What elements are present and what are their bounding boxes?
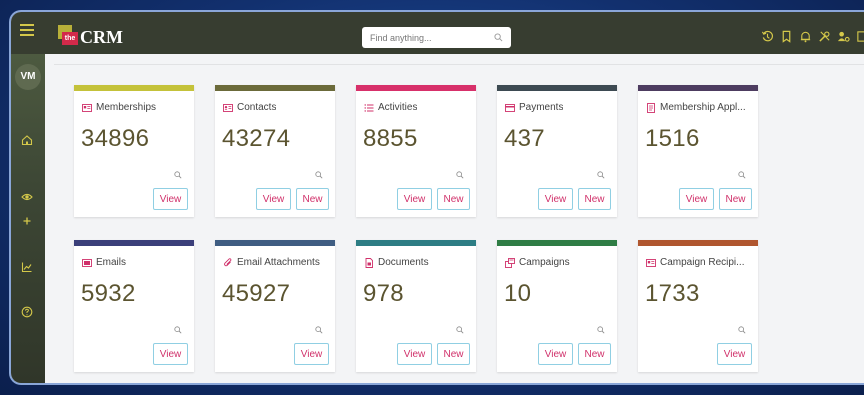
paperclip-icon: [224, 257, 232, 266]
search-input[interactable]: Find anything...: [362, 27, 511, 48]
record-count: 10: [504, 280, 532, 307]
email-icon: [82, 258, 92, 267]
card-title: Membership Appl...: [660, 102, 746, 113]
view-button[interactable]: View: [153, 343, 188, 365]
app-window: the CRM Find anything... VM Memberships: [9, 10, 864, 385]
card-campaign-recipients: Campaign Recipi... 1733 View: [638, 240, 758, 372]
view-button[interactable]: View: [397, 343, 432, 365]
search-icon[interactable]: [315, 326, 323, 334]
id-card-icon: [82, 103, 92, 112]
card-activities: Activities 8855 View New: [356, 85, 476, 217]
new-button[interactable]: New: [578, 343, 611, 365]
record-count: 45927: [222, 280, 291, 307]
view-button[interactable]: View: [153, 188, 188, 210]
search-icon[interactable]: [738, 171, 746, 179]
search-icon[interactable]: [456, 326, 464, 334]
card-title: Activities: [378, 102, 418, 113]
record-count: 1516: [645, 125, 700, 152]
card-title: Memberships: [96, 102, 157, 113]
campaign-icon: [505, 257, 515, 268]
add-icon[interactable]: [21, 215, 33, 227]
tools-icon[interactable]: [818, 30, 831, 43]
record-count: 1733: [645, 280, 700, 307]
logo-mark: the: [58, 25, 78, 47]
card-title: Email Attachments: [237, 257, 320, 268]
card-title: Campaign Recipi...: [660, 257, 745, 268]
search-icon[interactable]: [597, 326, 605, 334]
record-count: 5932: [81, 280, 136, 307]
record-count: 43274: [222, 125, 291, 152]
help-icon[interactable]: [21, 306, 33, 318]
card-email-attachments: Email Attachments 45927 View: [215, 240, 335, 372]
eye-icon[interactable]: [21, 191, 33, 203]
view-button[interactable]: View: [256, 188, 291, 210]
card-memberships: Memberships 34896 View: [74, 85, 194, 217]
new-button[interactable]: New: [578, 188, 611, 210]
app-logo[interactable]: the CRM: [58, 25, 123, 47]
avatar[interactable]: VM: [15, 64, 41, 90]
logo-text: CRM: [80, 27, 123, 47]
card-membership-applications: Membership Appl... 1516 View New: [638, 85, 758, 217]
new-button[interactable]: New: [437, 188, 470, 210]
search-placeholder: Find anything...: [370, 32, 432, 43]
view-button[interactable]: View: [538, 343, 573, 365]
search-icon[interactable]: [456, 171, 464, 179]
bookmark-icon[interactable]: [780, 30, 793, 43]
view-button[interactable]: View: [397, 188, 432, 210]
new-button[interactable]: New: [719, 188, 752, 210]
card-documents: Documents 978 View New: [356, 240, 476, 372]
content-divider: [54, 64, 864, 65]
view-button[interactable]: View: [538, 188, 573, 210]
credit-card-icon: [505, 103, 515, 112]
card-title: Campaigns: [519, 257, 570, 268]
record-count: 34896: [81, 125, 150, 152]
search-icon[interactable]: [738, 326, 746, 334]
exit-icon[interactable]: [856, 30, 864, 43]
document-icon: [365, 257, 373, 268]
card-emails: Emails 5932 View: [74, 240, 194, 372]
menu-icon[interactable]: [20, 24, 34, 36]
view-button[interactable]: View: [294, 343, 329, 365]
bell-icon[interactable]: [799, 30, 812, 43]
card-campaigns: Campaigns 10 View New: [497, 240, 617, 372]
card-payments: Payments 437 View New: [497, 85, 617, 217]
record-count: 437: [504, 125, 545, 152]
search-icon[interactable]: [597, 171, 605, 179]
user-settings-icon[interactable]: [837, 30, 850, 43]
search-icon[interactable]: [494, 33, 503, 42]
sidebar: VM: [11, 54, 45, 383]
list-icon: [364, 103, 374, 112]
history-icon[interactable]: [761, 30, 774, 43]
card-title: Contacts: [237, 102, 277, 113]
record-count: 978: [363, 280, 404, 307]
top-toolbar: [761, 30, 864, 43]
recipient-card-icon: [646, 258, 656, 267]
chart-icon[interactable]: [21, 261, 33, 273]
view-button[interactable]: View: [679, 188, 714, 210]
new-button[interactable]: New: [437, 343, 470, 365]
view-button[interactable]: View: [717, 343, 752, 365]
record-count: 8855: [363, 125, 418, 152]
card-contacts: Contacts 43274 View New: [215, 85, 335, 217]
card-title: Emails: [96, 257, 127, 268]
card-title: Payments: [519, 102, 564, 113]
search-icon[interactable]: [174, 171, 182, 179]
top-bar: the CRM Find anything...: [11, 12, 864, 54]
search-icon[interactable]: [315, 171, 323, 179]
new-button[interactable]: New: [296, 188, 329, 210]
contact-card-icon: [223, 103, 233, 112]
home-icon[interactable]: [21, 134, 33, 146]
card-title: Documents: [378, 257, 429, 268]
form-icon: [647, 102, 655, 113]
search-icon[interactable]: [174, 326, 182, 334]
